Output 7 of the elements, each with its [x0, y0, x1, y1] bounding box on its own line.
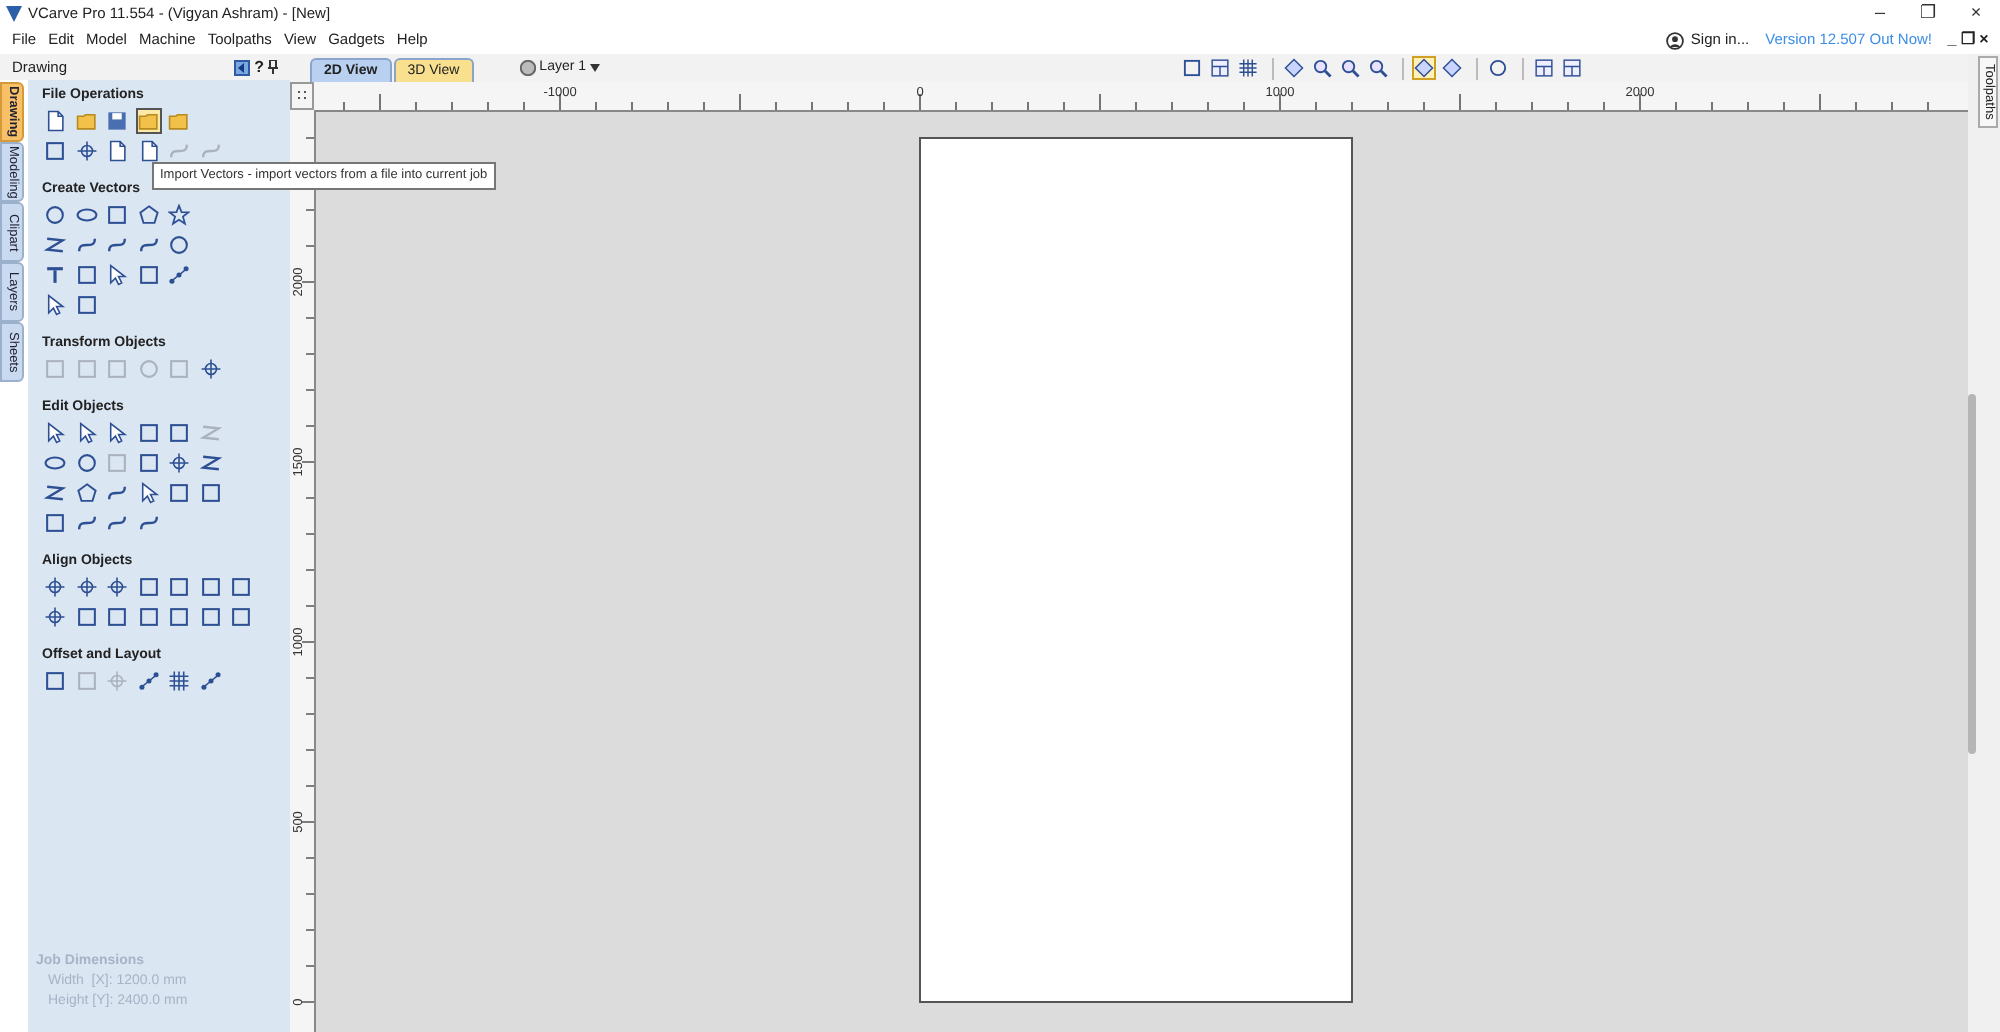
minimize-document-button[interactable]: _ [1944, 28, 1960, 52]
close-button[interactable]: × [1952, 0, 2000, 27]
restore-document-button[interactable]: ❐ [1960, 28, 1976, 52]
help-button[interactable]: ? [254, 55, 264, 79]
restore-button[interactable]: ❐ [1904, 0, 1952, 27]
minimize-button[interactable]: – [1856, 0, 1904, 27]
close-document-button[interactable]: × [1976, 28, 1992, 52]
